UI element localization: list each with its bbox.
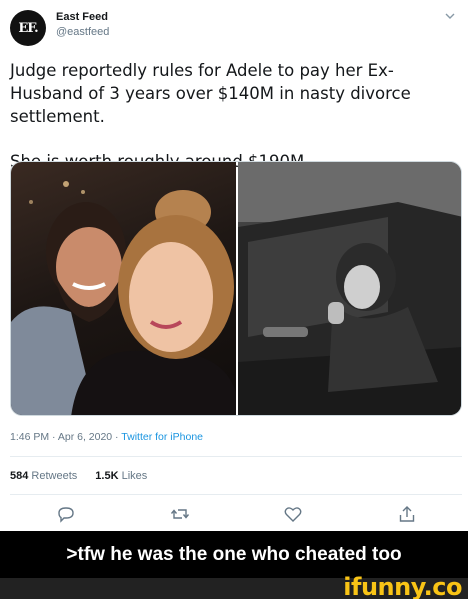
source-link[interactable]: Twitter for iPhone bbox=[121, 431, 203, 443]
chevron-down-icon[interactable] bbox=[444, 10, 456, 22]
reply-icon[interactable] bbox=[56, 504, 76, 524]
timestamp[interactable]: 1:46 PM · Apr 6, 2020 · bbox=[10, 431, 121, 443]
divider bbox=[10, 494, 462, 495]
divider bbox=[10, 456, 462, 457]
tweet-meta: 1:46 PM · Apr 6, 2020 · Twitter for iPho… bbox=[10, 431, 203, 443]
media-grid[interactable] bbox=[10, 161, 462, 416]
retweets-count: 584 bbox=[10, 470, 29, 482]
photo-car-art bbox=[238, 162, 461, 415]
retweet-icon[interactable] bbox=[170, 504, 190, 524]
retweets-label: Retweets bbox=[31, 470, 78, 482]
likes-count: 1.5K bbox=[95, 470, 119, 482]
meme-caption: >tfw he was the one who cheated too bbox=[0, 531, 468, 578]
retweets-stat[interactable]: 584 Retweets bbox=[10, 470, 77, 482]
action-bar bbox=[0, 504, 468, 526]
ifunny-watermark: ifunny.co bbox=[343, 573, 462, 599]
avatar[interactable]: EF. bbox=[10, 10, 46, 46]
photo-couple[interactable] bbox=[11, 162, 236, 415]
engagement-stats: 584 Retweets 1.5K Likes bbox=[10, 470, 147, 482]
tweet-card: EF. East Feed @eastfeed Judge reportedly… bbox=[0, 0, 468, 531]
display-name[interactable]: East Feed bbox=[56, 11, 108, 23]
tweet-text: Judge reportedly rules for Adele to pay … bbox=[10, 59, 462, 173]
likes-stat[interactable]: 1.5K Likes bbox=[95, 470, 147, 482]
likes-label: Likes bbox=[121, 470, 148, 482]
share-icon[interactable] bbox=[397, 504, 417, 524]
photo-car[interactable] bbox=[238, 162, 461, 415]
photo-couple-art bbox=[11, 181, 236, 415]
tweet-paragraph: Judge reportedly rules for Adele to pay … bbox=[10, 61, 411, 126]
handle[interactable]: @eastfeed bbox=[56, 26, 109, 38]
like-icon[interactable] bbox=[283, 504, 303, 524]
